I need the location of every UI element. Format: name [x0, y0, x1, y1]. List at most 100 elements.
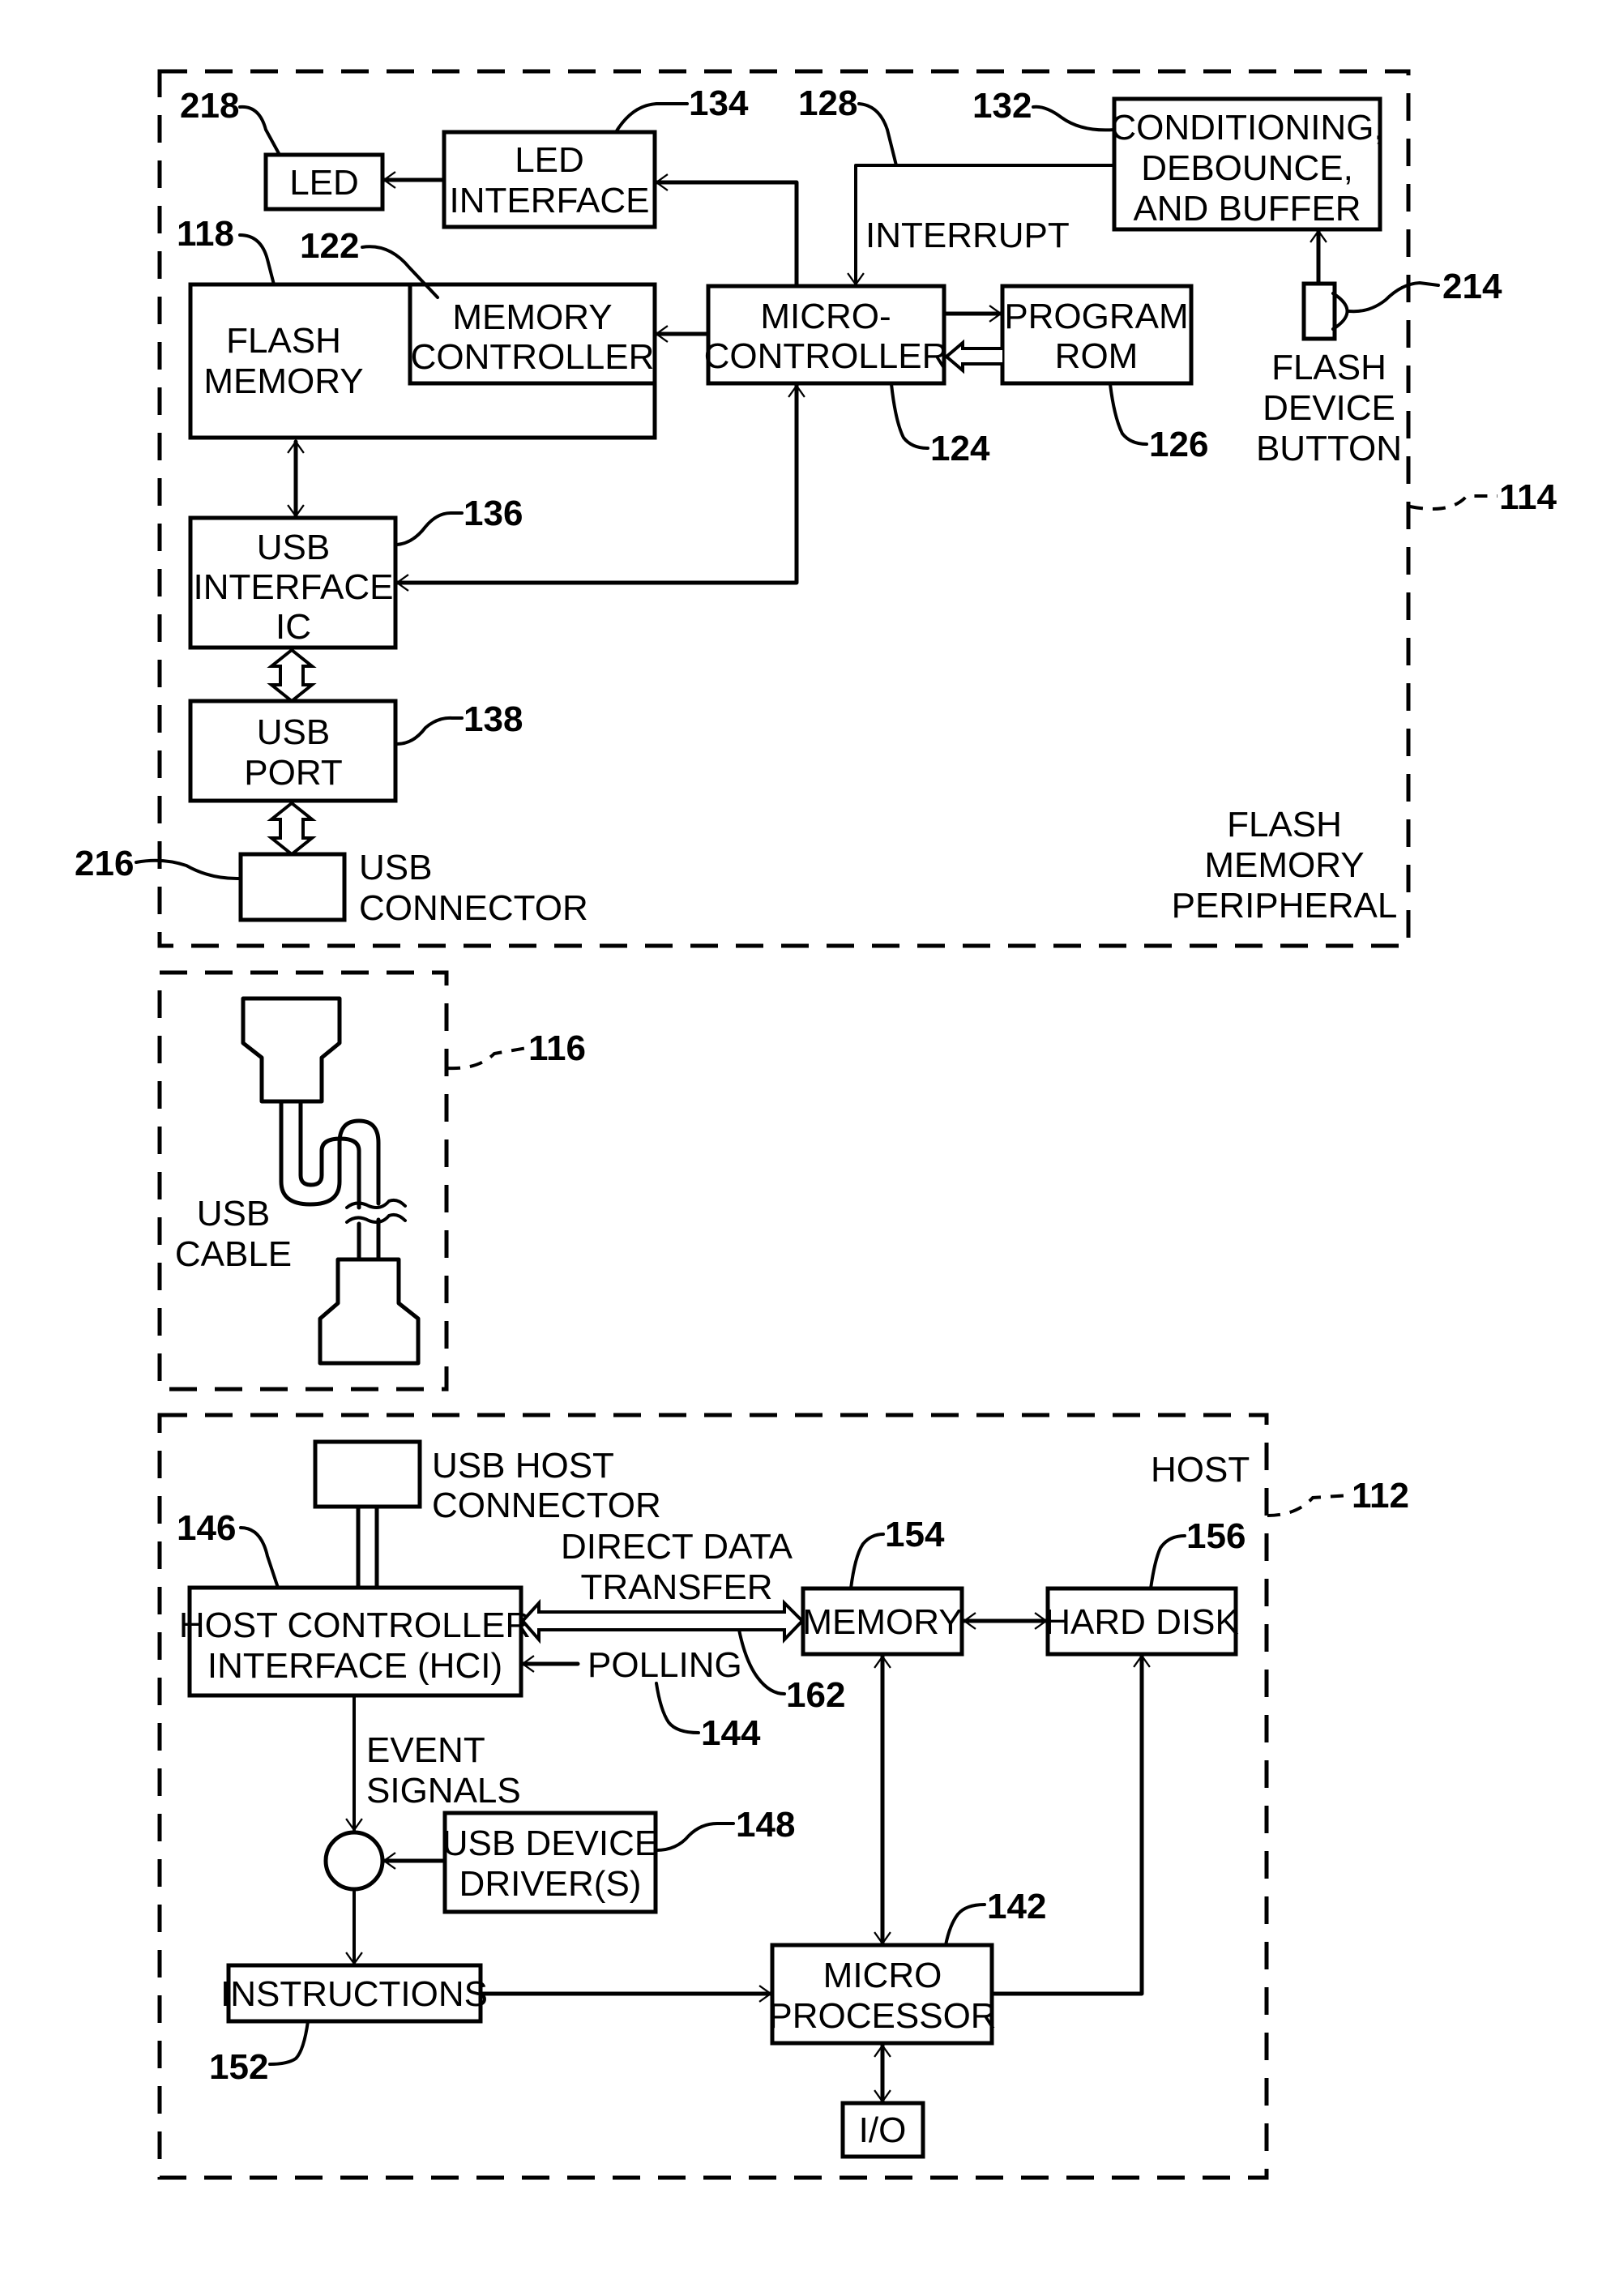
ref-132-leader — [1032, 105, 1116, 132]
usb-device-drivers-label: DRIVER(S) — [459, 1864, 642, 1904]
usb-interface-label: USB — [257, 528, 330, 567]
ref-146-leader — [239, 1526, 280, 1589]
ref-216-leader — [135, 858, 242, 881]
ref-156-leader — [1149, 1534, 1186, 1590]
cable-plug-bottom — [318, 1257, 421, 1366]
program-rom-block[interactable]: PROGRAM ROM — [1000, 284, 1194, 386]
ref-138: 138 — [464, 699, 523, 739]
microprocessor-block[interactable]: MICRO PROCESSOR — [768, 1943, 997, 2046]
ref-132: 132 — [972, 86, 1032, 126]
microcontroller-block[interactable]: MICRO- CONTROLLER — [704, 284, 948, 386]
caption-line: PERIPHERAL — [1172, 886, 1398, 926]
usb-connector-label: CONNECTOR — [359, 888, 588, 928]
usb-port-block[interactable]: USB PORT — [188, 699, 398, 803]
led-interface-block[interactable]: LED INTERFACE — [442, 130, 657, 229]
ref-154-leader — [849, 1533, 885, 1590]
usb-cable-label: CABLE — [175, 1234, 292, 1274]
flash-device-button[interactable] — [1301, 281, 1349, 341]
ref-114: 114 — [1499, 477, 1557, 517]
usb-interface-ic-block[interactable]: USB INTERFACE IC — [188, 515, 398, 650]
usb-cable-icon[interactable] — [241, 996, 421, 1366]
usb-interface-label: INTERFACE — [194, 567, 394, 607]
memory-controller-block[interactable]: MEMORY CONTROLLER — [408, 282, 657, 386]
button-caption-line: DEVICE — [1263, 388, 1395, 428]
conditioning-debounce-buffer-block[interactable]: CONDITIONING, DEBOUNCE, AND BUFFER — [1110, 96, 1384, 232]
usb-device-drivers-block[interactable]: USB DEVICE DRIVER(S) — [442, 1811, 659, 1914]
ref-112: 112 — [1352, 1476, 1409, 1516]
usb-cable-label: USB — [197, 1194, 270, 1234]
cable-inner-line — [298, 1099, 361, 1210]
ref-152: 152 — [209, 2047, 268, 2087]
cable-plug-top — [241, 996, 342, 1104]
usb-port-label: PORT — [244, 753, 342, 793]
host-group: HOST 112 USB HOST CONNECTOR HOST CONTROL… — [157, 1413, 1409, 2180]
program-rom-label: PROGRAM — [1004, 297, 1188, 336]
ref-146: 146 — [177, 1508, 236, 1548]
ref-126-leader — [1109, 383, 1148, 446]
ref-118: 118 — [177, 214, 234, 254]
led-block[interactable]: LED — [263, 152, 385, 212]
microprocessor-label: MICRO — [823, 1956, 942, 1995]
program-rom-label: ROM — [1055, 336, 1139, 376]
conditioning-label: AND BUFFER — [1133, 189, 1361, 229]
cable-lower-lines — [357, 1217, 381, 1262]
ref-138-leader — [395, 716, 464, 746]
flash-memory-label: MEMORY — [203, 361, 363, 401]
arrow-micro-to-led-interface — [654, 173, 799, 289]
ref-144-leader — [655, 1682, 700, 1734]
direct-data-transfer-label: TRANSFER — [580, 1567, 772, 1607]
caption-line: MEMORY — [1204, 845, 1364, 885]
microcontroller-label: CONTROLLER — [704, 336, 948, 376]
ref-134-leader — [614, 102, 689, 134]
hollow-arrow-rom-to-micro — [943, 339, 1002, 374]
ref-162: 162 — [786, 1675, 845, 1715]
button-caption-line: FLASH — [1271, 348, 1386, 387]
memory-controller-label: MEMORY — [452, 297, 612, 337]
host-caption: HOST — [1151, 1450, 1250, 1490]
event-signals-label: SIGNALS — [366, 1771, 521, 1811]
flash-memory-peripheral-group: 114 FLASH MEMORY PERIPHERAL LED 218 LED … — [75, 69, 1557, 948]
arrow-microprocessor-to-hard-disk — [989, 1653, 1151, 1996]
ref-124-leader — [890, 383, 929, 450]
cable-outer-line — [279, 1099, 381, 1207]
io-block[interactable]: I/O — [840, 2101, 925, 2159]
ref-148-leader — [655, 1822, 735, 1852]
host-memory-block[interactable]: MEMORY — [801, 1586, 964, 1657]
ref-214-leader — [1348, 280, 1440, 314]
ref-128-leader — [857, 102, 898, 167]
ref-218-leader — [238, 105, 281, 156]
ref-214: 214 — [1442, 267, 1502, 306]
host-controller-interface-block[interactable]: HOST CONTROLLER INTERFACE (HCI) — [179, 1585, 531, 1698]
usb-port-label: USB — [257, 712, 330, 752]
ref-142-leader — [944, 1903, 986, 1947]
button-caption-line: BUTTON — [1256, 429, 1402, 468]
junction-circle — [323, 1830, 385, 1892]
ref-142: 142 — [987, 1887, 1046, 1926]
ref-116: 116 — [528, 1028, 586, 1068]
hard-disk-block[interactable]: HARD DISK — [1045, 1586, 1239, 1657]
ref-134: 134 — [689, 83, 749, 123]
led-interface-label: INTERFACE — [450, 181, 650, 220]
led-interface-label: LED — [515, 140, 584, 180]
ref-136-leader — [395, 511, 464, 546]
hci-label: HOST CONTROLLER — [179, 1605, 531, 1645]
block-diagram: 114 FLASH MEMORY PERIPHERAL LED 218 LED … — [75, 69, 1557, 2180]
ref-126: 126 — [1149, 425, 1208, 464]
instructions-block[interactable]: INSTRUCTIONS — [220, 1963, 488, 2024]
hollow-arrow-interface-port — [267, 648, 317, 703]
usb-host-connector-label: USB HOST — [432, 1446, 614, 1486]
ref-124: 124 — [930, 429, 990, 468]
interrupt-label: INTERRUPT — [865, 216, 1070, 255]
conditioning-label: CONDITIONING, — [1110, 108, 1383, 148]
usb-host-connector-block[interactable] — [313, 1439, 422, 1509]
ref-122: 122 — [300, 226, 359, 266]
hard-disk-label: HARD DISK — [1045, 1602, 1239, 1642]
conditioning-label: DEBOUNCE, — [1141, 148, 1353, 188]
ref-148: 148 — [736, 1805, 795, 1845]
usb-connector-block[interactable] — [238, 852, 347, 922]
usb-cable-group: 116 USB CABLE — [157, 970, 586, 1392]
ref-218: 218 — [180, 86, 239, 126]
usb-interface-label: IC — [276, 607, 311, 647]
microcontroller-label: MICRO- — [760, 297, 891, 336]
io-label: I/O — [859, 2110, 907, 2150]
